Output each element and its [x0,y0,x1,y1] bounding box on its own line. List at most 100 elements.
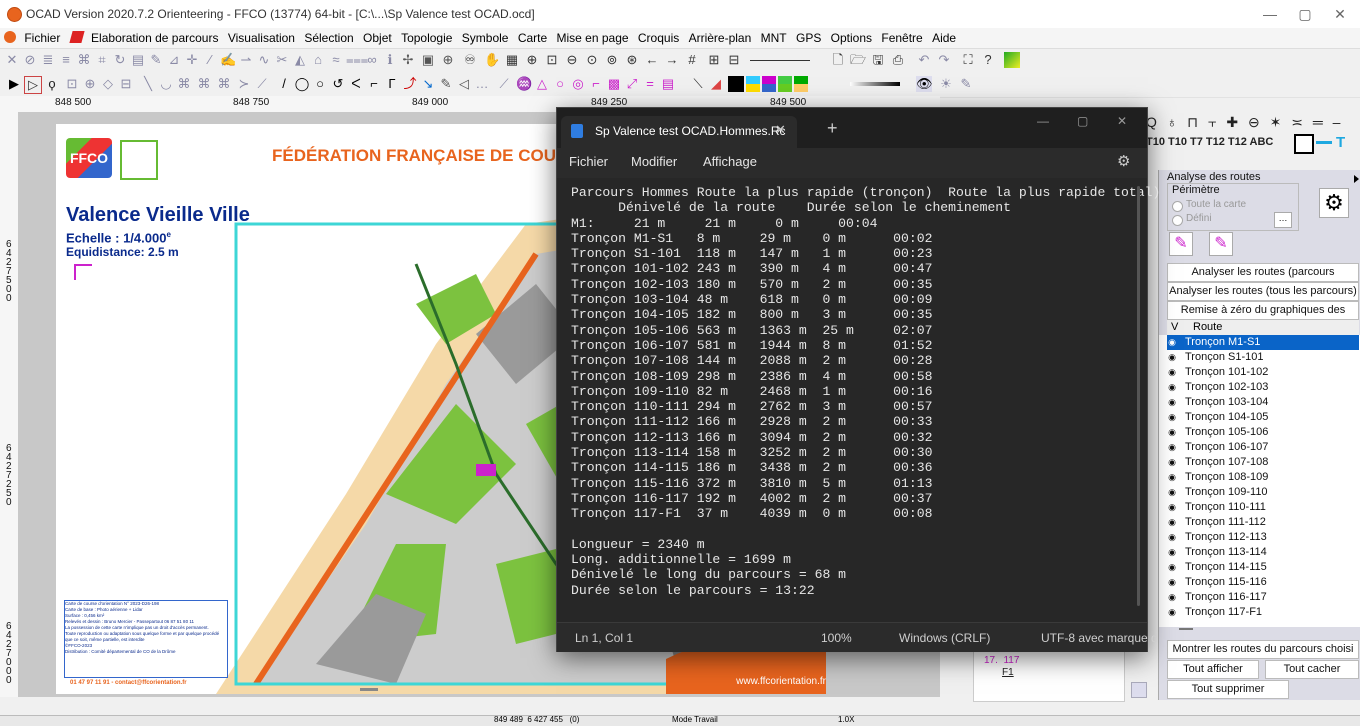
crossing-point-icon[interactable]: = [642,76,658,92]
rectangle-icon[interactable]: ⌘ [176,76,192,92]
polygon-icon[interactable]: ᐸ [348,76,364,92]
route-list-item[interactable]: ◉ Tronçon 116-117 [1167,590,1359,605]
route-list-item[interactable]: ◉ Tronçon 109-110 [1167,485,1359,500]
new-file-icon[interactable]: 🗋 [830,52,846,68]
check-icon[interactable]: ⊘ [22,52,38,68]
double-icon[interactable]: ⌘ [196,76,212,92]
color-swatch-blue[interactable] [762,84,776,92]
course-row[interactable]: F1 [1002,667,1014,678]
zoom-previous-icon[interactable]: ⊙ [584,52,600,68]
route-list-item[interactable]: ◉ Tronçon 104-105 [1167,410,1359,425]
zoom-fit-icon[interactable]: ⊛ [624,52,640,68]
angle-icon[interactable]: ⌐ [366,76,382,92]
eye-visibility-icon[interactable]: ◉ [1167,350,1177,365]
scissors-icon[interactable]: ✂ [274,52,290,68]
link-icon[interactable]: ∞ [364,52,380,68]
eraser-icon[interactable]: ◢ [708,76,724,92]
notepad-menu-fichier[interactable]: Fichier [569,154,608,169]
show-routes-button[interactable]: Montrer les routes du parcours choisi [1167,640,1359,659]
fan-icon[interactable]: ✢ [400,52,416,68]
menu-gps[interactable]: GPS [793,28,824,45]
eye-visibility-icon[interactable]: ◉ [1167,395,1177,410]
route-list-item[interactable]: ◉ Tronçon 107-108 [1167,455,1359,470]
radio-whole-map[interactable] [1172,201,1183,212]
ellipsis-icon[interactable]: … [474,76,490,92]
forward-arrow-icon[interactable]: → [664,52,680,68]
route-list-item[interactable]: ◉ Tronçon 110-111 [1167,500,1359,515]
eye-visibility-icon[interactable]: ◉ [1167,560,1177,575]
menu-options[interactable]: Options [828,28,875,45]
fullscreen-icon[interactable]: ⛶ [960,52,976,68]
horizontal-scrollbar-thumb[interactable] [360,688,378,691]
fill-icon[interactable]: ⌘ [76,52,92,68]
notepad-maximize-icon[interactable]: ▢ [1077,114,1088,128]
eye-visibility-icon[interactable]: ◉ [1167,590,1177,605]
copy-icon[interactable] [1131,682,1147,698]
brush-icon[interactable]: ✍ [220,52,236,68]
show-all-button[interactable]: Tout afficher [1167,660,1259,679]
route-list-item[interactable]: ◉ Tronçon S1-101 [1167,350,1359,365]
route-list-item[interactable]: ◉ Tronçon 117-F1 [1167,605,1359,620]
text-symbols-row[interactable]: T10 T10 T7 T12 T12 ABC [1146,136,1273,148]
new-tab-icon[interactable]: + [827,118,838,139]
eye-visibility-icon[interactable]: ◉ [1167,440,1177,455]
route-list-item[interactable]: ◉ Tronçon 103-104 [1167,395,1359,410]
bezier-icon[interactable]: ∿ [256,52,272,68]
notepad-close-icon[interactable]: ✕ [1117,114,1127,128]
info-icon[interactable]: ℹ [382,52,398,68]
merge-icon[interactable]: ≡ [58,52,74,68]
pen-icon[interactable]: ✎ [148,52,164,68]
reshape-icon[interactable]: ⟋ [254,76,270,92]
align-icon[interactable]: ≣ [40,52,56,68]
cross-icon[interactable]: ✛ [184,52,200,68]
color-swatch-black[interactable] [728,76,744,92]
text-block-icon[interactable]: ▤ [660,76,676,92]
color-swatch-orange[interactable] [794,84,808,92]
symbol-icons-row[interactable]: Q ♁ ⊓ ⫟ ✚ ⊖ ✶ ≍ ═ – [1146,114,1343,131]
route-list-item[interactable]: ◉ Tronçon 115-116 [1167,575,1359,590]
col-visible-header[interactable]: V [1171,321,1178,333]
route-pen-icon[interactable]: ✎ [1169,232,1193,256]
route-list-item[interactable]: ◉ Tronçon 111-112 [1167,515,1359,530]
delete-all-button[interactable]: Tout supprimer [1167,680,1289,699]
hatch-icon[interactable]: ▤ [130,52,146,68]
redo-icon[interactable]: ↷ [936,52,952,68]
cut-icon[interactable]: ✕ [4,52,20,68]
node-remove-icon[interactable]: ⊟ [118,76,134,92]
bucket-icon[interactable]: ⌂ [310,52,326,68]
notepad-minimize-icon[interactable]: — [1037,114,1049,128]
arrow-right-icon[interactable]: ⇀ [238,52,254,68]
line-symbol-swatch[interactable] [1316,141,1332,144]
eye-visibility-icon[interactable]: ◉ [1167,605,1177,620]
eye-visibility-icon[interactable]: ◉ [1167,335,1177,350]
node-add-icon[interactable]: ⊕ [82,76,98,92]
control-circle-icon[interactable]: ○ [552,76,568,92]
spline-icon[interactable]: ≈ [328,52,344,68]
reset-graphics-button[interactable]: Remise à zéro du graphiques des routes [1167,301,1359,333]
save-icon[interactable]: 🖫 [870,52,886,68]
color-swatch-green[interactable] [778,76,792,84]
hand-icon[interactable]: ✋ [484,52,500,68]
point-line-icon[interactable]: ⤴ [402,76,418,92]
line-width-preview[interactable] [850,82,900,86]
undo-icon[interactable]: ↶ [916,52,932,68]
menu-fenetre[interactable]: Fenêtre [878,28,925,45]
list-collapse-bar[interactable] [1179,628,1193,630]
area-symbol-swatch[interactable] [1294,134,1314,154]
settings-gear-icon[interactable]: ⚙ [1319,188,1349,218]
zoom-out-icon[interactable]: ⊖ [564,52,580,68]
panel-expand-icon[interactable] [1354,175,1359,183]
menu-croquis[interactable]: Croquis [635,28,682,45]
double-line-icon[interactable]: ⩶ [346,52,368,68]
notepad-menu-affichage[interactable]: Affichage [703,154,757,169]
grid-icon[interactable]: # [684,52,700,68]
route-list-item[interactable]: ◉ Tronçon 113-114 [1167,545,1359,560]
table-icon[interactable]: ⊞ [706,52,722,68]
notepad-settings-gear-icon[interactable]: ⚙ [1117,152,1130,170]
color-swatch-yellow[interactable] [746,84,760,92]
menu-arriere-plan[interactable]: Arrière-plan [686,28,755,45]
columns-icon[interactable]: ⊟ [726,52,742,68]
triangle-icon[interactable]: ⊿ [166,52,182,68]
mode-select[interactable]: Mode Travail [672,715,718,724]
curve-icon[interactable]: ◡ [158,76,174,92]
